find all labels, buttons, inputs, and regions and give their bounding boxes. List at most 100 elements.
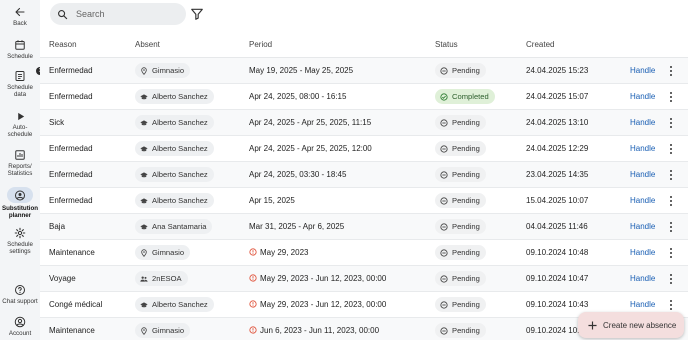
table-row[interactable]: Maintenance Gimnasio May 29, 2023 Pending 09… xyxy=(40,240,688,266)
substitution-icon xyxy=(14,189,26,201)
check-circle-icon xyxy=(440,92,448,101)
created-cell: 09.10.2024 10:48 xyxy=(526,248,589,257)
handle-link[interactable]: Handle xyxy=(630,170,655,179)
absent-chip[interactable]: 2nESOA xyxy=(135,271,188,286)
calendar-icon xyxy=(14,39,26,51)
absent-chip[interactable]: Alberto Sanchez xyxy=(135,89,214,104)
period-text: Apr 15, 2025 xyxy=(249,196,295,205)
header-period[interactable]: Period xyxy=(249,40,272,49)
reason-cell: Voyage xyxy=(49,274,76,283)
sidebar-item-schedule[interactable]: Schedule xyxy=(0,39,40,60)
period-text: May 19, 2025 - May 25, 2025 xyxy=(249,66,354,75)
more-options-icon[interactable] xyxy=(666,90,676,104)
sidebar-item-account[interactable]: Account xyxy=(0,316,40,337)
status-badge: Pending xyxy=(435,141,486,156)
header-absent[interactable]: Absent xyxy=(135,40,160,49)
table-row[interactable]: Enfermedad Alberto Sanchez Apr 15, 2025 Pen… xyxy=(40,188,688,214)
period-cell: Mar 31, 2025 - Apr 6, 2025 xyxy=(249,222,344,231)
sidebar-item-schedule-settings[interactable]: Schedule settings xyxy=(0,227,40,255)
pending-icon xyxy=(440,274,448,283)
more-options-icon[interactable] xyxy=(666,116,676,130)
handle-link[interactable]: Handle xyxy=(630,248,655,257)
create-new-absence-label: Create new absence xyxy=(603,320,677,330)
table-row[interactable]: Enfermedad Alberto Sanchez Apr 24, 2025, 0… xyxy=(40,162,688,188)
sidebar-item-substitution-planner[interactable]: Substitution planner xyxy=(0,187,40,219)
table-row[interactable]: Baja Ana Santamaria Mar 31, 2025 - Apr 6, … xyxy=(40,214,688,240)
absent-chip[interactable]: Gimnasio xyxy=(135,245,191,260)
sidebar-item-chat-support[interactable]: Chat support xyxy=(0,284,40,305)
header-reason[interactable]: Reason xyxy=(49,40,77,49)
more-options-icon[interactable] xyxy=(666,298,676,312)
handle-link[interactable]: Handle xyxy=(630,222,655,231)
absent-chip[interactable]: Gimnasio xyxy=(135,323,191,338)
table-row[interactable]: Enfermedad Alberto Sanchez Apr 24, 2025, 0… xyxy=(40,84,688,110)
handle-link[interactable]: Handle xyxy=(630,118,655,127)
sidebar-item-label: Schedule settings xyxy=(7,241,33,255)
handle-link[interactable]: Handle xyxy=(630,92,655,101)
gear-icon-wrap xyxy=(14,227,26,239)
more-options-icon[interactable] xyxy=(666,142,676,156)
sidebar-item-reports-statistics[interactable]: Reports/ Statistics xyxy=(0,149,40,177)
period-text: Apr 24, 2025, 03:30 - 18:45 xyxy=(249,170,347,179)
more-options-icon[interactable] xyxy=(666,246,676,260)
back-arrow-icon-wrap xyxy=(14,6,26,18)
header-created[interactable]: Created xyxy=(526,40,554,49)
status-badge: Pending xyxy=(435,271,486,286)
more-options-icon[interactable] xyxy=(666,272,676,286)
reason-cell: Enfermedad xyxy=(49,170,93,179)
warning-icon xyxy=(249,326,257,334)
search-input[interactable] xyxy=(76,9,176,19)
handle-link[interactable]: Handle xyxy=(630,66,655,75)
created-cell: 09.10.2024 10:47 xyxy=(526,274,589,283)
absent-chip[interactable]: Alberto Sanchez xyxy=(135,167,214,182)
pending-icon xyxy=(440,326,448,335)
handle-link[interactable]: Handle xyxy=(630,300,655,309)
absent-chip[interactable]: Gimnasio xyxy=(135,63,191,78)
reason-cell: Maintenance xyxy=(49,248,95,257)
more-options-icon[interactable] xyxy=(666,220,676,234)
table-row[interactable]: Voyage 2nESOA May 29, 2023 - Jun 12, 2023,… xyxy=(40,266,688,292)
table-row[interactable]: Enfermedad Gimnasio May 19, 2025 - May 25,… xyxy=(40,58,688,84)
sidebar-item-label: Schedule xyxy=(7,53,33,60)
reason-cell: Enfermedad xyxy=(49,66,93,75)
more-options-icon[interactable] xyxy=(666,168,676,182)
table-row[interactable]: Enfermedad Alberto Sanchez Apr 24, 2025 - … xyxy=(40,136,688,162)
period-text: Apr 24, 2025, 08:00 - 16:15 xyxy=(249,92,347,101)
more-options-icon[interactable] xyxy=(666,194,676,208)
create-new-absence-button[interactable]: Create new absence xyxy=(578,312,684,338)
absent-chip[interactable]: Ana Santamaria xyxy=(135,219,213,234)
header-status[interactable]: Status xyxy=(435,40,458,49)
teacher-icon xyxy=(140,197,148,205)
status-text: Pending xyxy=(452,196,480,205)
absent-chip[interactable]: Alberto Sanchez xyxy=(135,297,214,312)
table-row[interactable]: Sick Alberto Sanchez Apr 24, 2025 - Apr 25… xyxy=(40,110,688,136)
absent-name: Alberto Sanchez xyxy=(152,300,208,309)
absent-chip[interactable]: Alberto Sanchez xyxy=(135,115,214,130)
created-cell: 15.04.2025 10:07 xyxy=(526,196,589,205)
status-text: Pending xyxy=(452,222,480,231)
sidebar-item-back[interactable]: Back xyxy=(0,6,40,27)
absent-chip[interactable]: Alberto Sanchez xyxy=(135,141,214,156)
handle-link[interactable]: Handle xyxy=(630,196,655,205)
filter-icon[interactable] xyxy=(190,7,204,21)
period-text: Apr 24, 2025 - Apr 25, 2025, 11:15 xyxy=(249,118,372,127)
absent-chip[interactable]: Alberto Sanchez xyxy=(135,193,214,208)
reason-cell: Enfermedad xyxy=(49,92,93,101)
status-badge: Pending xyxy=(435,167,486,182)
period-cell: Apr 15, 2025 xyxy=(249,196,295,205)
pending-icon xyxy=(440,248,448,257)
play-icon xyxy=(14,110,26,122)
help-icon-wrap xyxy=(14,284,26,296)
handle-link[interactable]: Handle xyxy=(630,144,655,153)
sidebar-item-label: Reports/ Statistics xyxy=(7,163,33,177)
handle-link[interactable]: Handle xyxy=(630,274,655,283)
sidebar-item-auto-schedule[interactable]: Auto- schedule xyxy=(0,110,40,138)
more-options-icon[interactable] xyxy=(666,64,676,78)
sidebar-item-schedule-data[interactable]: 1 Schedule data xyxy=(0,67,44,98)
status-badge: Pending xyxy=(435,219,486,234)
period-cell: Apr 24, 2025, 03:30 - 18:45 xyxy=(249,170,346,179)
search-box[interactable] xyxy=(50,3,186,25)
status-badge: Pending xyxy=(435,193,486,208)
status-text: Completed xyxy=(452,92,489,101)
status-text: Pending xyxy=(452,326,480,335)
